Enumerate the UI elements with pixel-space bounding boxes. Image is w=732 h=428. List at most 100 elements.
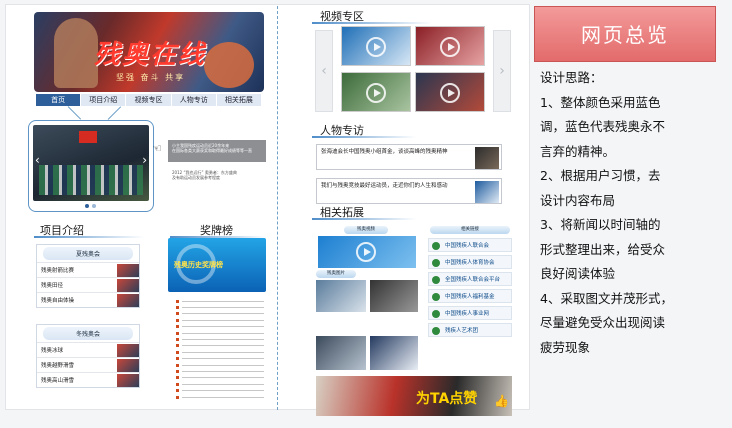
related-link[interactable]: 中国残疾人联合会 [428, 238, 512, 252]
interview-card[interactable]: 我们与残奥竞技最好运动员，走近你们的人生和感动 [316, 178, 502, 204]
bullet-icon [176, 312, 179, 316]
medal-list [176, 298, 264, 400]
pill-label: 残奥图片 [316, 270, 356, 278]
pill-label: 相关链接 [430, 226, 510, 234]
interview-card[interactable]: 张海迪会长中国残奥小组首金，谈谈高峰的残奥精神 [316, 144, 502, 170]
play-icon [366, 83, 386, 103]
medal-banner[interactable]: 残奥历史奖牌榜 [168, 238, 266, 292]
pill-label: 残奥视频 [344, 226, 388, 234]
list-item[interactable]: 残奥高山滑雪 [37, 372, 139, 387]
design-note-line: 尽量避免受众出现阅读 [540, 315, 666, 330]
list-item[interactable]: 残奥田径 [37, 277, 139, 292]
slider-dot[interactable] [85, 204, 89, 208]
news-caption: 2012 “我也远行” 奥勇者：东方盛典 及有助运动员发展参考程度 [172, 170, 268, 180]
photo-thumbnail[interactable] [370, 280, 418, 312]
design-note-line: 形式整理出来，给受众 [540, 241, 666, 257]
slider-dots [85, 204, 96, 208]
nav-extension[interactable]: 相关拓展 [217, 94, 263, 106]
nav-videos[interactable]: 视频专区 [126, 94, 172, 106]
news-slider: ‹ › [28, 120, 154, 212]
video-thumbnail[interactable] [415, 72, 485, 112]
nav-home[interactable]: 首页 [36, 94, 82, 106]
interview-summary: 我们与残奥竞技最好运动员，走近你们的人生和感动 [321, 183, 448, 189]
nav-people[interactable]: 人物专访 [172, 94, 217, 106]
item-label: 残奥越野滑雪 [41, 363, 75, 369]
nav-projects[interactable]: 项目介绍 [81, 94, 127, 106]
slider-dot[interactable] [92, 204, 96, 208]
item-thumbnail [117, 263, 139, 277]
note-line: 及有助运动员发展参考程度 [172, 175, 220, 180]
slider-image[interactable]: ‹ › [33, 125, 149, 201]
canvas: 残奥在线 坚强 奋斗 共享 首页 项目介绍 视频专区 人物专访 相关拓展 ‹ ›… [0, 0, 732, 428]
row-line [182, 390, 264, 392]
related-link[interactable]: 全国残疾人联合会平台 [428, 272, 512, 286]
bullet-icon [176, 376, 179, 380]
row-line [182, 300, 264, 302]
chevron-right-icon[interactable]: › [493, 30, 511, 112]
summer-games-box: 夏残奥会 残奥射箭比赛 残奥田径 残奥自由体操 [36, 244, 140, 308]
chevron-left-icon[interactable]: ‹ [315, 30, 333, 112]
extension-media: 残奥视频 残奥图片 [316, 226, 418, 400]
section-underline [312, 218, 416, 220]
cheer-text: 为TA点赞 [416, 391, 478, 407]
item-label: 残奥田径 [41, 283, 64, 289]
interview-thumbnail [475, 181, 499, 203]
athlete-photo [54, 18, 98, 88]
interview-summary: 张海迪会长中国残奥小组首金，谈谈高峰的残奥精神 [321, 149, 448, 155]
team-crowd [39, 165, 143, 195]
related-link[interactable]: 中国残疾人体育协会 [428, 255, 512, 269]
play-icon [440, 37, 460, 57]
video-thumbnail[interactable] [341, 26, 411, 66]
related-link[interactable]: 中国残疾人福利基金 [428, 289, 512, 303]
design-note-line: 设计内容布局 [540, 192, 616, 208]
thumbs-up-icon: 👍 [494, 394, 509, 408]
bullet-icon [176, 299, 179, 303]
item-thumbnail [117, 343, 139, 357]
row-line [182, 377, 264, 379]
row-line [182, 351, 264, 353]
chevron-right-icon[interactable]: › [142, 153, 147, 167]
page-overview-title: 网页总览 [534, 6, 716, 62]
bullet-icon [176, 357, 179, 361]
pointing-hand-icon: ☜ [152, 142, 162, 155]
design-note-line: 调，蓝色代表残奥永不 [540, 119, 666, 134]
flag-shape [79, 131, 97, 143]
design-note-line: 4、采取图文并茂形式， [540, 290, 673, 306]
row-line [182, 313, 264, 315]
list-item[interactable]: 残奥射箭比赛 [37, 262, 139, 277]
chevron-left-icon[interactable]: ‹ [35, 153, 40, 167]
related-link[interactable]: 中国残疾人事业网 [428, 306, 512, 320]
play-icon [356, 242, 376, 262]
list-item[interactable]: 残奥冰球 [37, 342, 139, 357]
design-notes: 设计思路： 1、整体颜色采用蓝色 调，蓝色代表残奥永不 言弃的精神。 2、根据用户习惯，… [540, 66, 686, 360]
row-line [182, 364, 264, 366]
winter-games-head: 冬残奥会 [43, 327, 133, 340]
design-note-line: 疲劳现象 [540, 339, 591, 355]
video-gallery: ‹ › [315, 26, 511, 116]
photo-thumbnail[interactable] [370, 336, 418, 370]
bullet-icon [176, 325, 179, 329]
winter-games-box: 冬残奥会 残奥冰球 残奥越野滑雪 残奥高山滑雪 [36, 324, 140, 388]
video-thumbnail[interactable] [318, 236, 416, 268]
medal-list-row[interactable] [176, 394, 264, 400]
video-thumbnail[interactable] [341, 72, 411, 112]
header-banner: 残奥在线 坚强 奋斗 共享 [34, 12, 264, 92]
section-underline [34, 236, 144, 238]
related-link[interactable]: 残疾人艺术团 [428, 323, 512, 337]
video-thumbnail[interactable] [415, 26, 485, 66]
bullet-icon [176, 382, 179, 386]
column-divider [277, 6, 278, 410]
site-slogan: 坚强 奋斗 共享 [116, 73, 186, 82]
design-note-line: 2、根据用户习惯，去 [540, 168, 661, 183]
cheer-banner[interactable]: 为TA点赞 👍 [316, 376, 512, 416]
list-item[interactable]: 残奥自由体操 [37, 292, 139, 307]
bullet-icon [176, 369, 179, 373]
bullet-icon [176, 306, 179, 310]
photo-thumbnail[interactable] [316, 336, 366, 370]
design-note-line: 1、整体颜色采用蓝色 [540, 94, 661, 110]
row-line [182, 345, 264, 347]
row-line [182, 383, 264, 385]
photo-thumbnail[interactable] [316, 280, 366, 312]
bullet-icon [176, 318, 179, 322]
list-item[interactable]: 残奥越野滑雪 [37, 357, 139, 372]
